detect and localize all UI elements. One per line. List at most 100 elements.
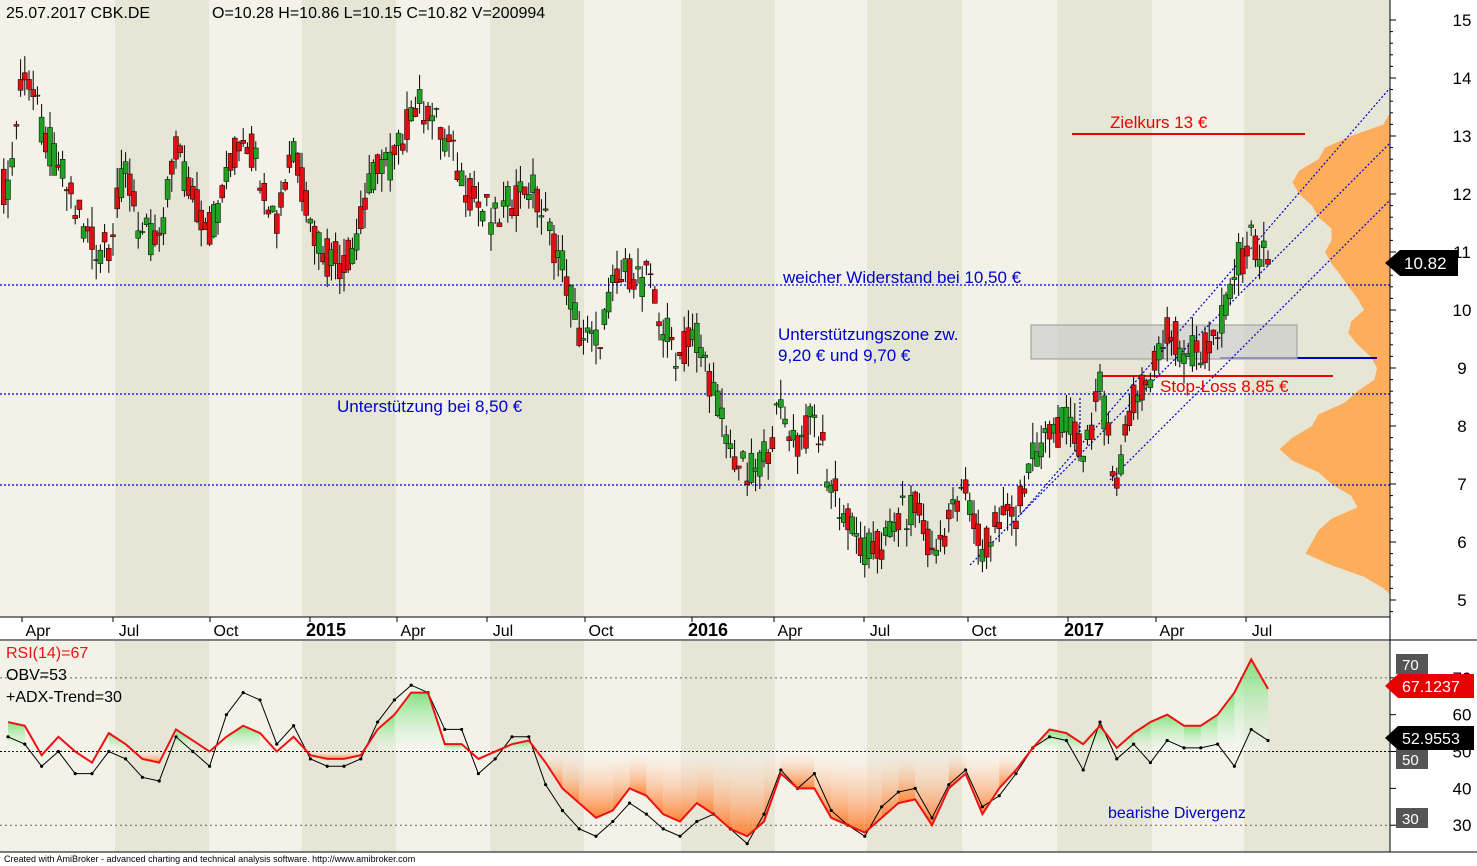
rsi-oversold-fill: [848, 751, 865, 833]
rsi-oversold-fill: [730, 751, 748, 837]
obv-point: [174, 735, 178, 739]
obv-point: [544, 783, 548, 787]
obv-point: [913, 786, 917, 790]
obv-point: [157, 779, 161, 783]
badge-70: 70: [1402, 657, 1419, 674]
obv-point: [342, 764, 346, 768]
obv-point: [23, 742, 27, 746]
time-band: [584, 0, 681, 617]
obv-point: [191, 749, 195, 754]
support-label: Unterstützung bei 8,50 €: [337, 397, 523, 416]
obv-point: [628, 801, 632, 805]
time-tick-label: 2015: [306, 620, 346, 640]
price-tick-label: 15: [1453, 11, 1472, 30]
time-tick-label: Apr: [401, 623, 427, 640]
obv-point: [577, 827, 581, 831]
obv-point: [1216, 742, 1220, 746]
obv-point: [292, 724, 296, 728]
time-band: [115, 0, 209, 617]
stop-loss-label: Stop-Loss 8,85 €: [1160, 377, 1289, 396]
obv-point: [964, 768, 968, 772]
obv-point: [1081, 768, 1085, 772]
obv-point: [661, 827, 665, 831]
ohlcv-readout: O=10.28 H=10.86 L=10.15 C=10.82 V=200994: [212, 5, 545, 22]
rsi-label: RSI(14)=67: [6, 645, 88, 662]
obv-point: [275, 742, 279, 746]
obv-point: [896, 790, 901, 794]
price-tick-label: 12: [1453, 185, 1472, 204]
obv-point: [1115, 757, 1119, 761]
rsi-oversold-fill: [327, 751, 344, 759]
price-tick-label: 5: [1457, 591, 1466, 610]
price-tick-label: 6: [1457, 533, 1466, 552]
obv-point: [140, 775, 144, 779]
obv-point: [1266, 738, 1270, 743]
obv-point: [6, 735, 10, 739]
badge-30: 30: [1402, 811, 1419, 828]
obv-point: [1182, 746, 1186, 750]
obv-point: [460, 727, 464, 732]
obv-point: [594, 834, 598, 838]
obv-point: [678, 834, 682, 838]
obv-label: OBV=53: [6, 667, 67, 684]
obv-point: [208, 764, 212, 768]
price-tick-label: 13: [1453, 127, 1472, 146]
obv-point: [1048, 735, 1052, 739]
rsi-oversold-fill: [663, 751, 680, 822]
rsi-oversold-fill: [831, 751, 848, 826]
candle: [269, 205, 276, 213]
time-band: [681, 0, 775, 617]
time-tick-label: Apr: [26, 623, 52, 640]
obv-point: [40, 764, 44, 768]
time-tick-label: Apr: [778, 623, 804, 640]
last-price-marker: 10.82: [1385, 250, 1458, 276]
obv-point: [392, 698, 396, 702]
rsi-overbought-fill: [444, 744, 462, 752]
price-tick-label: 7: [1457, 475, 1466, 494]
obv-point: [56, 749, 61, 754]
obv-point: [409, 683, 413, 687]
support-zone-label-2: 9,20 € und 9,70 €: [778, 346, 911, 365]
rsi-oversold-fill: [797, 751, 815, 789]
price-tick-label: 9: [1457, 359, 1466, 378]
time-band: [302, 0, 396, 617]
rsi-overbought-fill: [8, 722, 25, 752]
obv-point: [1148, 760, 1152, 765]
obv-point: [443, 727, 447, 732]
obv-point: [745, 842, 749, 846]
time-tick-label: Jul: [493, 623, 513, 640]
obv-point: [1132, 742, 1136, 746]
obv-point: [812, 772, 817, 776]
soft-resistance-label: weicher Widerstand bei 10,50 €: [782, 268, 1022, 287]
obv-point: [1165, 738, 1169, 743]
time-tick-label: Jul: [119, 623, 139, 640]
obv-point: [997, 794, 1001, 798]
price-tick-label: 10: [1453, 301, 1472, 320]
obv-point: [90, 772, 94, 776]
obv-point: [1199, 746, 1203, 750]
last-price-value: 10.82: [1404, 254, 1447, 273]
obv-point: [73, 772, 77, 776]
obv-point: [510, 735, 514, 739]
time-tick-label: Oct: [972, 623, 997, 640]
obv-point: [1249, 727, 1253, 732]
time-band: [0, 0, 115, 617]
time-tick-label: Oct: [214, 623, 239, 640]
time-band: [867, 0, 962, 617]
obv-point: [980, 805, 985, 809]
obv-point: [124, 757, 128, 761]
support-zone-label-1: Unterstützungszone zw.: [778, 325, 958, 344]
time-band: [396, 0, 490, 617]
time-tick-label: Jul: [1252, 623, 1272, 640]
obv-point: [359, 757, 363, 761]
obv-point: [224, 713, 228, 717]
rsi-overbought-fill: [411, 692, 428, 752]
time-band: [584, 641, 681, 852]
time-tick-label: Jul: [870, 623, 890, 640]
rsi-oversold-fill: [898, 751, 916, 804]
background-bands: [0, 0, 1390, 617]
obv-point: [947, 783, 951, 787]
rsi-value-marker: 67.1237: [1402, 679, 1460, 696]
time-band: [1057, 0, 1152, 617]
rsi-oversold-fill: [596, 751, 613, 818]
